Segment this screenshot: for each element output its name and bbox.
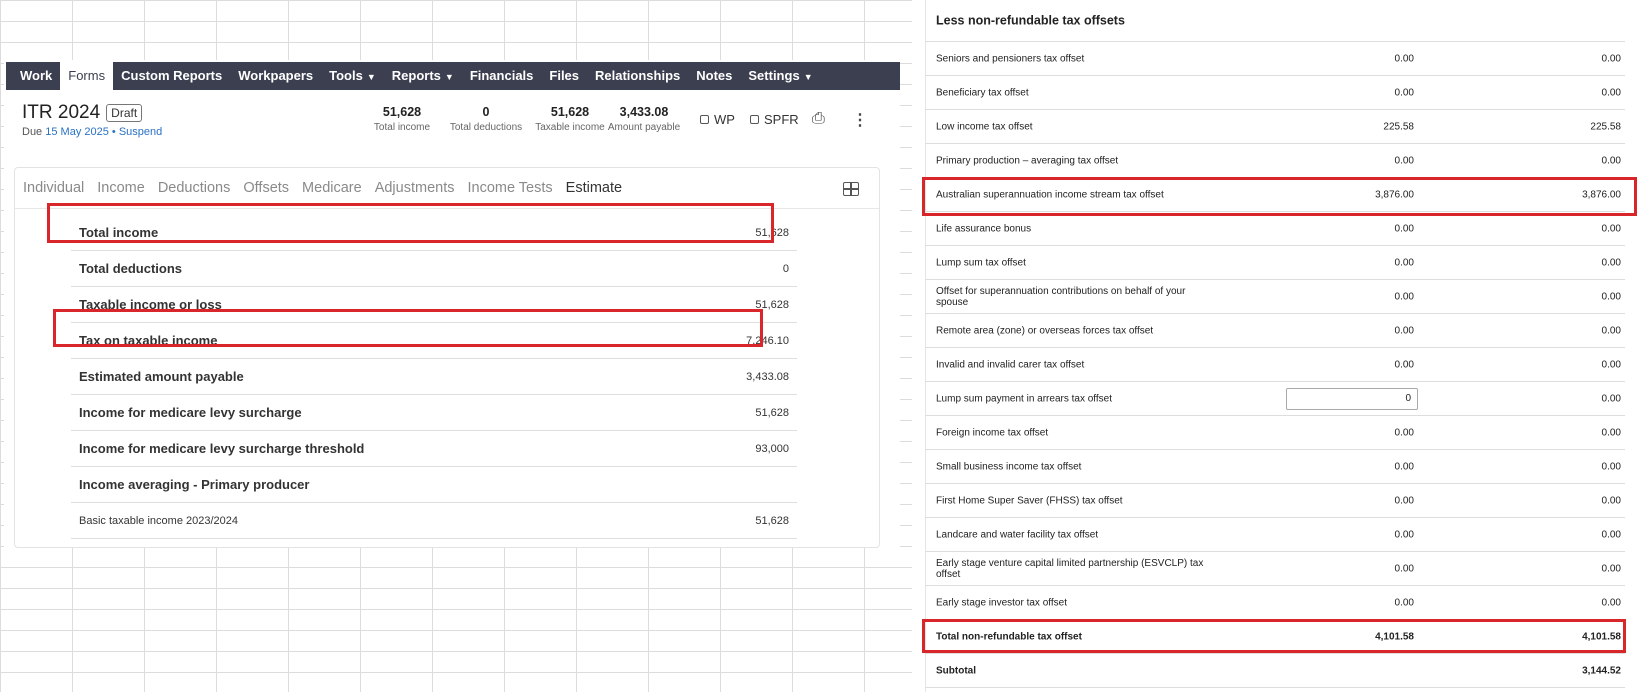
tab-individual[interactable]: Individual [23,180,84,206]
spfr-checkbox[interactable]: SPFR [750,112,799,127]
summary-amount-payable: 3,433.08 Amount payable [607,105,681,133]
caret-down-icon: ▼ [366,72,376,82]
estimate-table: Total income 51,628 Total deductions 0 T… [71,215,797,539]
estimate-row-income-averaging: Income averaging - Primary producer [71,467,797,503]
nav-tools[interactable]: Tools ▼ [321,62,384,90]
nav-financials[interactable]: Financials [462,62,542,90]
offset-row-beneficiary: Beneficiary tax offset 0.00 0.00 [925,76,1625,110]
nav-forms[interactable]: Forms [60,62,114,90]
suspend-link[interactable]: Suspend [119,126,162,138]
nav-notes[interactable]: Notes [688,62,740,90]
tab-deductions[interactable]: Deductions [158,180,231,206]
form-card: Individual Income Deductions Offsets Med… [14,167,880,548]
estimate-row-medicare-levy-surcharge-threshold: Income for medicare levy surcharge thres… [71,431,797,467]
offset-row-remote-area: Remote area (zone) or overseas forces ta… [925,314,1625,348]
status-badge: Draft [106,104,143,122]
offset-row-primary-production: Primary production – averaging tax offse… [925,144,1625,178]
printer-icon[interactable]: ⎙ [812,110,825,128]
nav-relationships[interactable]: Relationships [587,62,688,90]
more-vertical-icon[interactable]: ⋮ [852,110,868,130]
tab-income-tests[interactable]: Income Tests [467,180,552,206]
offset-row-fhss: First Home Super Saver (FHSS) tax offset… [925,484,1625,518]
offset-row-life-assurance: Life assurance bonus 0.00 0.00 [925,212,1625,246]
form-title-row: ITR 2024 Draft [22,102,143,124]
estimate-row-total-deductions: Total deductions 0 [71,251,797,287]
offset-row-small-business: Small business income tax offset 0.00 0.… [925,450,1625,484]
offset-row-invalid-carer: Invalid and invalid carer tax offset 0.0… [925,348,1625,382]
caret-down-icon: ▼ [803,72,813,82]
estimate-row-basic-taxable-income: Basic taxable income 2023/2024 51,628 [71,503,797,539]
offset-row-super-income-stream: Australian superannuation income stream … [925,178,1625,212]
summary-total-income: 51,628 Total income [373,105,431,133]
offset-row-foreign-income: Foreign income tax offset 0.00 0.00 [925,416,1625,450]
checkbox-icon [750,115,759,124]
grid-layout-icon[interactable] [843,182,859,196]
nav-workpapers[interactable]: Workpapers [230,62,321,90]
estimate-row-total-income: Total income 51,628 [71,215,797,251]
offset-row-seniors-pensioners: Seniors and pensioners tax offset 0.00 0… [925,42,1625,76]
offset-row-lump-sum-arrears: Lump sum payment in arrears tax offset 0… [925,382,1625,416]
estimate-row-estimated-amount-payable: Estimated amount payable 3,433.08 [71,359,797,395]
offsets-header: Less non-refundable tax offsets [925,0,1625,42]
wp-checkbox[interactable]: WP [700,112,735,127]
due-date-row: Due 15 May 2025 • Suspend [22,126,162,138]
nav-reports[interactable]: Reports ▼ [384,62,462,90]
form-tabs: Individual Income Deductions Offsets Med… [23,180,642,206]
nav-work[interactable]: Work [12,62,60,90]
nav-settings[interactable]: Settings ▼ [740,62,820,90]
due-date-link[interactable]: 15 May 2025 [45,126,109,138]
tab-adjustments[interactable]: Adjustments [375,180,455,206]
estimate-row-medicare-levy-surcharge-income: Income for medicare levy surcharge 51,62… [71,395,797,431]
itr-form-panel: Work Forms Custom Reports Workpapers Too… [4,60,900,548]
offset-row-spouse-super: Offset for superannuation contributions … [925,280,1625,314]
page-title: ITR 2024 [22,102,101,123]
separator: • [111,126,116,138]
tab-medicare[interactable]: Medicare [302,180,362,206]
summary-taxable-income: 51,628 Taxable income [535,105,605,133]
due-label: Due [22,126,43,138]
offset-row-esvclp: Early stage venture capital limited part… [925,552,1625,586]
caret-down-icon: ▼ [444,72,454,82]
tab-offsets[interactable]: Offsets [243,180,289,206]
summary-total-deductions: 0 Total deductions [449,105,523,133]
offsets-table: Less non-refundable tax offsets Seniors … [925,0,1625,688]
offsets-panel: Less non-refundable tax offsets Seniors … [925,0,1651,692]
offset-row-landcare-water: Landcare and water facility tax offset 0… [925,518,1625,552]
estimate-row-tax-on-taxable-income: Tax on taxable income 7,246.10 [71,323,797,359]
tab-estimate[interactable]: Estimate [558,180,630,206]
offset-row-total-non-refundable: Total non-refundable tax offset 4,101.58… [925,620,1625,654]
lump-sum-arrears-input[interactable] [1286,387,1418,410]
top-navigation-bar: Work Forms Custom Reports Workpapers Too… [6,62,900,90]
tab-divider [15,208,879,209]
checkbox-icon [700,115,709,124]
offset-row-lump-sum: Lump sum tax offset 0.00 0.00 [925,246,1625,280]
offset-row-low-income: Low income tax offset 225.58 225.58 [925,110,1625,144]
nav-custom-reports[interactable]: Custom Reports [113,62,230,90]
offset-row-subtotal: Subtotal 3,144.52 [925,654,1625,688]
estimate-row-taxable-income: Taxable income or loss 51,628 [71,287,797,323]
tab-income[interactable]: Income [97,180,145,206]
nav-files[interactable]: Files [541,62,587,90]
offset-row-early-stage-investor: Early stage investor tax offset 0.00 0.0… [925,586,1625,620]
